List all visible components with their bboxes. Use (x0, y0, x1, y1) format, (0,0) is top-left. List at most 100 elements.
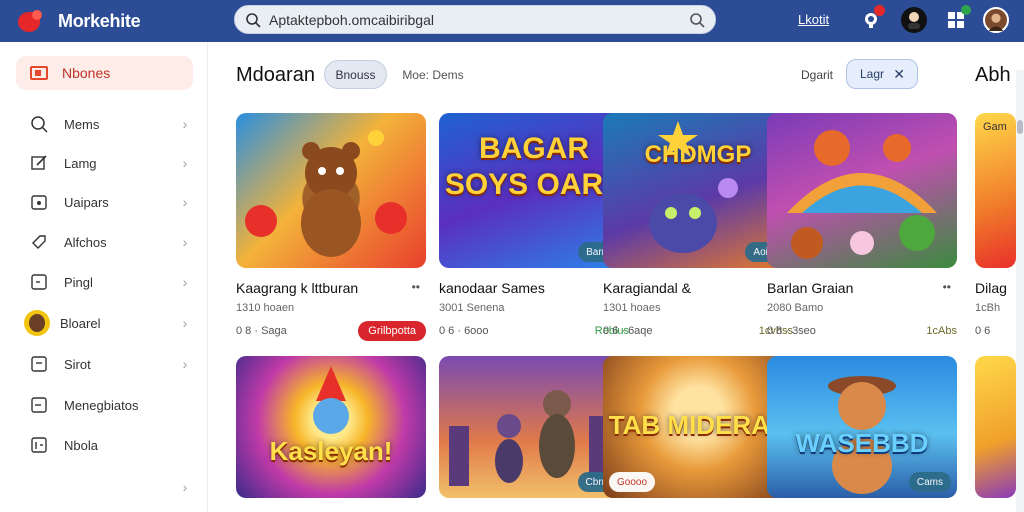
game-art-title: WASEBBD (795, 428, 929, 458)
sidebar-item-6[interactable]: Bloarel › (16, 308, 193, 338)
game-title[interactable]: Karagiandal & (603, 280, 793, 296)
notifications-icon[interactable] (858, 5, 885, 33)
characters-art-icon (787, 130, 937, 259)
chevron-right-icon: › (182, 315, 188, 331)
game-art-title: TAB MIDERAS (608, 410, 788, 440)
filter-chip-active[interactable]: Bnouss (324, 60, 387, 89)
game-subtitle: 1310 hoaen (236, 302, 295, 314)
profile-dark-icon[interactable] (901, 7, 927, 33)
sidebar-item-label: Nbones (62, 65, 111, 81)
brand-name: Morkehite (58, 10, 141, 31)
filter-chip[interactable]: Moe: Dems (398, 60, 468, 89)
sidebar-item-label: Bloarel (60, 315, 101, 331)
game-thumbnail[interactable] (767, 113, 957, 268)
game-card-partial[interactable] (975, 356, 1016, 498)
sidebar-item-active[interactable]: Nbones (16, 56, 193, 90)
game-card[interactable]: WASEBBD Cams (767, 356, 957, 498)
chevron-right-icon: › (182, 116, 188, 132)
game-card[interactable]: Kasleyan! (236, 356, 426, 498)
thumbnail-label: Gam (983, 121, 1007, 133)
sidebar-item-label: Nbola (64, 437, 98, 453)
sidebar-item-9[interactable]: Nbola (16, 430, 193, 460)
game-subtitle: 1cBh (975, 302, 1001, 314)
box-icon (30, 355, 48, 373)
search-input[interactable] (269, 11, 689, 28)
scrollbar[interactable] (1016, 70, 1024, 512)
sidebar-item-10[interactable]: › (16, 472, 193, 502)
game-meta: 0 6 (975, 325, 991, 337)
chevron-right-icon: › (182, 479, 188, 495)
wizard-character-icon (313, 366, 349, 434)
sidebar-item-5[interactable]: Pingl › (16, 267, 193, 297)
page-title: Mdoaran (236, 64, 315, 86)
game-art-title: BAGAR SOYS OARS (444, 132, 624, 201)
game-card[interactable]: BAGAR SOYS OARS Barms kanodaar Sames 300… (439, 113, 629, 342)
game-thumbnail[interactable]: WASEBBD Cams (767, 356, 957, 498)
game-thumbnail[interactable]: Gam (975, 113, 1016, 268)
notification-badge (874, 5, 885, 16)
apps-badge (961, 5, 971, 15)
game-subtitle: 3001 Senena (439, 302, 505, 314)
game-art-title: Kasleyan! (269, 436, 393, 466)
game-meta: 0 8 · Saga (236, 325, 287, 337)
sidebar-item-label: Alfchos (64, 234, 107, 250)
search-icon (30, 115, 48, 133)
more-icon[interactable]: •• (412, 280, 420, 296)
game-thumbnail[interactable]: BAGAR SOYS OARS Barms (439, 113, 629, 268)
search-icon (246, 12, 261, 28)
selected-filter-chip[interactable]: Lagr ✕ (846, 59, 918, 89)
game-thumbnail[interactable]: Cbrms (439, 356, 629, 498)
blank-icon (30, 478, 48, 496)
games-icon (30, 66, 48, 80)
sidebar-item-3[interactable]: Uaipars › (16, 187, 193, 217)
chevron-right-icon: › (182, 356, 188, 372)
game-title[interactable]: Barlan Graian (767, 280, 943, 296)
sidebar-item-label: Pingl (64, 274, 93, 290)
game-thumbnail[interactable] (236, 113, 426, 268)
status-text: 1cAbs (926, 325, 957, 337)
game-subtitle: 1301 hoaes (603, 302, 661, 314)
sidebar-item-label: Mems (64, 116, 100, 132)
sidebar-item-4[interactable]: Alfchos › (16, 227, 193, 257)
game-title[interactable]: kanodaar Sames (439, 280, 629, 296)
game-title[interactable]: Dilag (975, 280, 1016, 296)
game-card[interactable]: Cbrms (439, 356, 629, 498)
chevron-right-icon: › (182, 155, 188, 171)
game-card[interactable]: Kaagrang k lttburan •• 1310 hoaen 0 8 · S… (236, 113, 426, 342)
more-icon[interactable]: •• (943, 280, 951, 296)
game-meta: 0 6 · 6aqe (603, 325, 653, 337)
game-subtitle: 2080 Bamo (767, 302, 824, 314)
game-card[interactable]: CHDMGP Aoine Karagiandal & 1301 hoaes 0 … (603, 113, 793, 342)
sidebar-item-2[interactable]: Lamg › (16, 148, 193, 178)
game-card-partial[interactable]: Gam Dilag 1cBh 0 6 (975, 113, 1016, 342)
chevron-right-icon: › (182, 234, 188, 250)
game-thumbnail[interactable] (975, 356, 1016, 498)
scrollbar-thumb[interactable] (1017, 120, 1023, 134)
user-avatar[interactable] (983, 7, 1009, 33)
main-content: Mdoaran Bnouss Moe: Dems Dgarit Lagr ✕ A… (208, 42, 1024, 512)
game-card[interactable]: Barlan Graian •• 2080 Bamo 0 8 · 3seo 1cAb… (767, 113, 957, 342)
game-thumbnail[interactable]: TAB MIDERAS Goooo (603, 356, 793, 498)
bear-character-icon (245, 130, 407, 257)
square-icon (30, 273, 48, 291)
sidebar: Nbones Mems › Lamg › Uaipars › Alfchos ›… (0, 42, 208, 512)
top-bar: Morkehite Lkotit (0, 0, 1024, 42)
sidebar-item-7[interactable]: Sirot › (16, 349, 193, 379)
apps-icon[interactable] (943, 5, 971, 33)
top-link[interactable]: Lkotit (798, 12, 829, 27)
status-button[interactable]: Grilbpotta (358, 321, 426, 341)
game-thumbnail[interactable]: CHDMGP Aoine (603, 113, 793, 268)
sidebar-item-label: Lamg (64, 155, 97, 171)
game-thumbnail[interactable]: Kasleyan! (236, 356, 426, 498)
search-submit-icon[interactable] (689, 12, 705, 28)
minus-box-icon (30, 396, 48, 414)
game-card[interactable]: TAB MIDERAS Goooo (603, 356, 793, 498)
search-bar[interactable] (234, 5, 716, 34)
game-title[interactable]: Kaagrang k lttburan (236, 280, 412, 296)
sidebar-item-8[interactable]: Menegbiatos (16, 390, 193, 420)
close-icon[interactable]: ✕ (893, 66, 905, 83)
brand[interactable]: Morkehite (16, 8, 216, 34)
game-meta: 0 6 · 6ooo (439, 325, 489, 337)
sidebar-item-1[interactable]: Mems › (16, 109, 193, 139)
sidebar-item-label: Menegbiatos (64, 397, 139, 413)
